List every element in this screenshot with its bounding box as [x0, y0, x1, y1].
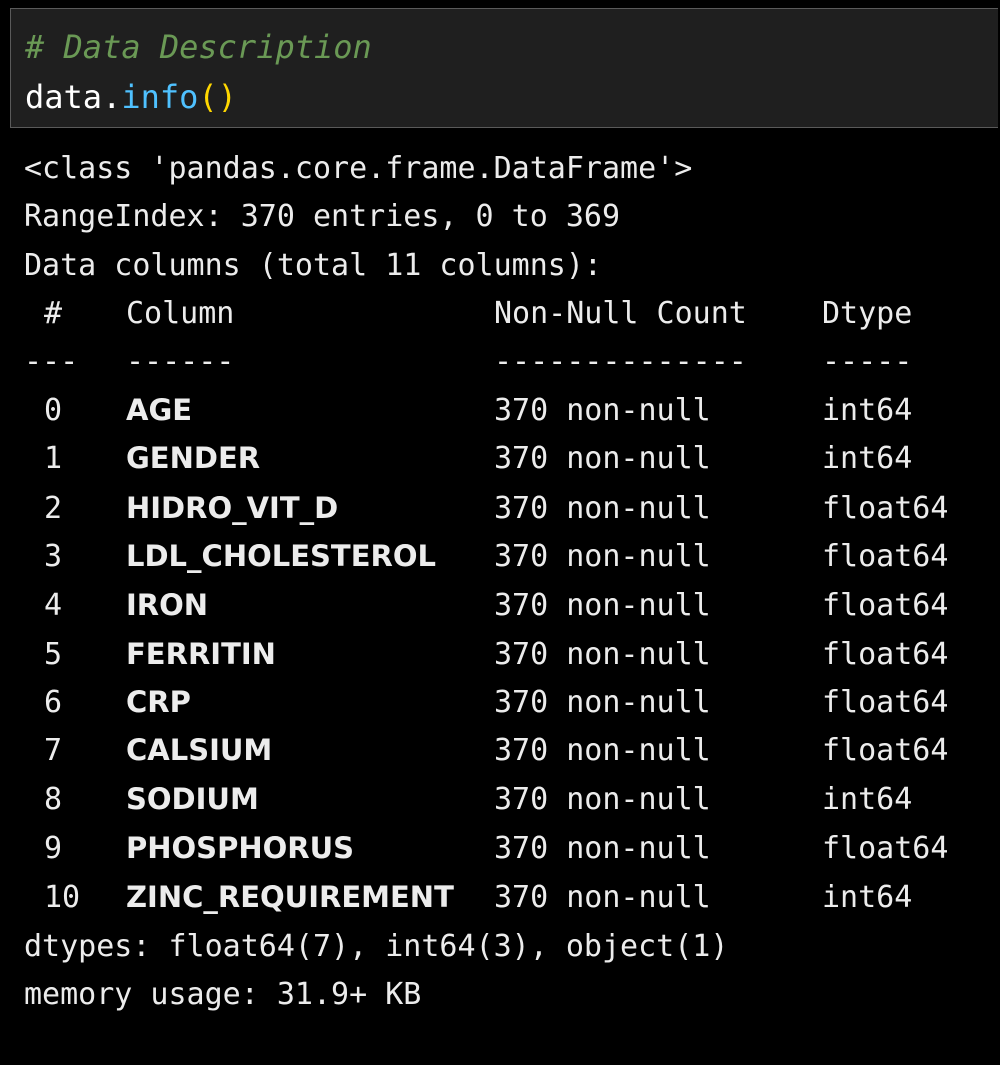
row-column: HIDRO_VIT_D	[126, 491, 339, 525]
row-index: 9	[44, 831, 63, 866]
table-row: 9 PHOSPHORUS 370 non-null float64	[24, 834, 1000, 870]
row-dtype: float64	[822, 491, 949, 526]
memory-usage: memory usage: 31.9+ KB	[24, 977, 422, 1012]
row-column: CRP	[126, 685, 191, 719]
row-non-null: 370 non-null	[494, 491, 711, 526]
row-column: SODIUM	[126, 782, 259, 816]
table-separator: --- ------ -------------- -----	[24, 347, 1000, 383]
table-header: # Column Non-Null Count Dtype	[24, 299, 1000, 335]
table-row: 0 AGE 370 non-null int64	[24, 396, 1000, 432]
row-non-null: 370 non-null	[494, 880, 711, 915]
row-index: 4	[44, 588, 63, 623]
row-column: IRON	[126, 588, 209, 622]
row-dtype: float64	[822, 588, 949, 623]
row-index: 1	[44, 441, 63, 476]
row-dtype: int64	[822, 441, 913, 476]
row-non-null: 370 non-null	[494, 637, 711, 672]
table-row: 2 HIDRO_VIT_D 370 non-null float64	[24, 494, 1000, 530]
row-index: 2	[44, 491, 63, 526]
row-column: FERRITIN	[126, 637, 276, 671]
row-non-null: 370 non-null	[494, 782, 711, 817]
row-dtype: float64	[822, 831, 949, 866]
row-dtype: float64	[822, 685, 949, 720]
row-non-null: 370 non-null	[494, 733, 711, 768]
row-non-null: 370 non-null	[494, 685, 711, 720]
row-dtype: int64	[822, 782, 913, 817]
row-dtype: float64	[822, 539, 949, 574]
row-non-null: 370 non-null	[494, 831, 711, 866]
row-column: CALSIUM	[126, 733, 273, 767]
header-column: Column	[126, 296, 235, 331]
row-non-null: 370 non-null	[494, 588, 711, 623]
row-column: GENDER	[126, 441, 261, 475]
row-non-null: 370 non-null	[494, 441, 711, 476]
row-index: 6	[44, 685, 63, 720]
separator-column: ------	[126, 344, 235, 379]
row-column: ZINC_REQUIREMENT	[126, 880, 454, 914]
header-index: #	[44, 296, 63, 331]
separator-index: ---	[24, 344, 79, 379]
row-index: 10	[44, 880, 81, 915]
range-index-line: RangeIndex: 370 entries, 0 to 369	[24, 199, 621, 234]
row-index: 5	[44, 637, 63, 672]
row-dtype: float64	[822, 733, 949, 768]
row-non-null: 370 non-null	[494, 539, 711, 574]
row-column: AGE	[126, 393, 193, 427]
separator-non-null: --------------	[494, 344, 747, 379]
cell-output: <class 'pandas.core.frame.DataFrame'> Ra…	[24, 0, 1000, 1028]
header-non-null: Non-Null Count	[494, 296, 747, 331]
class-line: <class 'pandas.core.frame.DataFrame'>	[24, 151, 693, 186]
row-dtype: int64	[822, 393, 913, 428]
separator-dtype: -----	[822, 344, 913, 379]
row-dtype: float64	[822, 637, 949, 672]
row-column: LDL_CHOLESTEROL	[126, 539, 436, 573]
table-row: 7 CALSIUM 370 non-null float64	[24, 736, 1000, 772]
row-dtype: int64	[822, 880, 913, 915]
table-row: 8 SODIUM 370 non-null int64	[24, 785, 1000, 821]
table-row: 4 IRON 370 non-null float64	[24, 591, 1000, 627]
row-column: PHOSPHORUS	[126, 831, 355, 865]
table-row: 5 FERRITIN 370 non-null float64	[24, 640, 1000, 676]
row-index: 8	[44, 782, 63, 817]
header-dtype: Dtype	[822, 296, 913, 331]
row-index: 3	[44, 539, 63, 574]
table-row: 6 CRP 370 non-null float64	[24, 688, 1000, 724]
dtypes-summary: dtypes: float64(7), int64(3), object(1)	[24, 929, 729, 964]
row-index: 0	[44, 393, 63, 428]
table-row: 10 ZINC_REQUIREMENT 370 non-null int64	[24, 883, 1000, 919]
row-non-null: 370 non-null	[494, 393, 711, 428]
data-columns-line: Data columns (total 11 columns):	[24, 248, 602, 283]
table-row: 3 LDL_CHOLESTEROL 370 non-null float64	[24, 542, 1000, 578]
row-index: 7	[44, 733, 63, 768]
table-row: 1 GENDER 370 non-null int64	[24, 444, 1000, 480]
